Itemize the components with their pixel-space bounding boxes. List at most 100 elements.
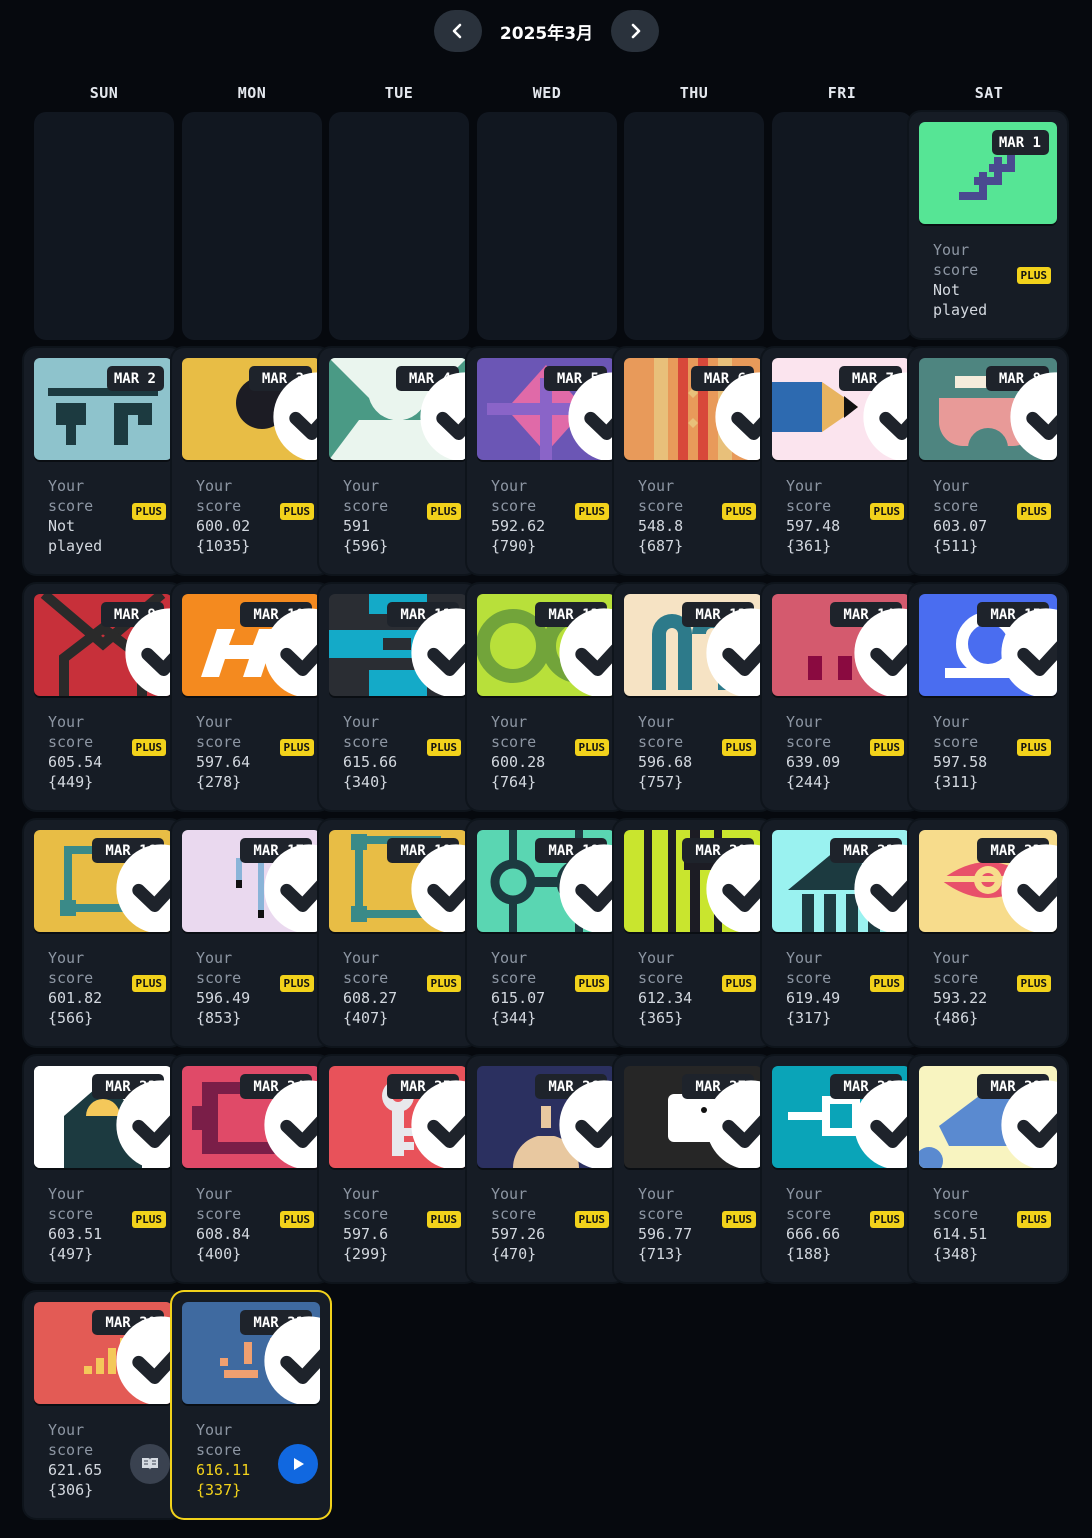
score-info: Your score 600.28 {764} [491,712,545,792]
plus-badge: PLUS [426,739,461,756]
day-cell[interactable]: MAR 15 Your score 597.58 {311} PLUS [909,584,1067,810]
day-cell[interactable]: MAR 13 Your score 596.68 {757} PLUS [614,584,772,810]
score-info: Your score 548.8 {687} [638,476,683,556]
puzzle-thumbnail[interactable]: MAR 30 [34,1302,172,1404]
puzzle-thumbnail[interactable]: MAR 18 [329,830,467,932]
score-rank: {497} [48,1245,94,1263]
puzzle-thumbnail[interactable]: MAR 2 [34,358,172,460]
puzzle-thumbnail[interactable]: MAR 12 [477,594,615,696]
day-cell[interactable]: MAR 7 Your score 597.48 {361} PLUS [762,348,920,574]
puzzle-thumbnail[interactable]: MAR 26 [477,1066,615,1168]
score-value: 600.02 [196,517,251,535]
score-label: score [933,969,979,987]
puzzle-thumbnail[interactable]: MAR 27 [624,1066,762,1168]
day-cell[interactable]: MAR 2 Your score Not played PLUS [24,348,182,574]
puzzle-thumbnail[interactable]: MAR 8 [919,358,1057,460]
puzzle-thumbnail[interactable]: MAR 7 [772,358,910,460]
puzzle-thumbnail[interactable]: MAR 1 [919,122,1057,224]
day-cell[interactable]: MAR 4 Your score 591 {596} PLUS [319,348,477,574]
weekday-tue: TUE [384,84,414,102]
score-label: score [786,733,832,751]
next-month-button[interactable] [611,10,659,52]
score-rank: {566} [48,1009,94,1027]
score-info: Your score 597.48 {361} [786,476,840,556]
puzzle-thumbnail[interactable]: MAR 25 [329,1066,467,1168]
puzzle-thumbnail[interactable]: MAR 17 [182,830,320,932]
plus-badge: PLUS [721,1211,756,1228]
day-cell[interactable]: MAR 5 Your score 592.62 {790} PLUS [467,348,625,574]
day-cell[interactable]: MAR 30 Your score 621.65 {306} [24,1292,182,1518]
score-label: score [933,1205,979,1223]
day-cell[interactable]: MAR 20 Your score 612.34 {365} PLUS [614,820,772,1046]
score-info: Your score 619.49 {317} [786,948,840,1028]
score-value: 639.09 [786,753,841,771]
day-cell[interactable]: MAR 23 Your score 603.51 {497} PLUS [24,1056,182,1282]
date-badge: MAR 21 [830,838,910,932]
date-badge: MAR 3 [248,366,320,460]
score-label: score [343,733,389,751]
day-cell[interactable]: MAR 9 Your score 605.54 {449} PLUS [24,584,182,810]
date-badge: MAR 7 [838,366,910,460]
puzzle-thumbnail[interactable]: MAR 3 [182,358,320,460]
day-cell[interactable]: MAR 10 Your score 597.64 {278} PLUS [172,584,330,810]
day-cell[interactable]: MAR 31 Your score 616.11 {337} [172,1292,330,1518]
score-label: score [343,497,389,515]
day-cell[interactable]: MAR 19 Your score 615.07 {344} PLUS [467,820,625,1046]
puzzle-thumbnail[interactable]: MAR 11 [329,594,467,696]
day-cell[interactable]: MAR 25 Your score 597.6 {299} PLUS [319,1056,477,1282]
score-value: 548.8 [638,517,684,535]
score-value: 666.66 [786,1225,841,1243]
day-cell[interactable]: MAR 28 Your score 666.66 {188} PLUS [762,1056,920,1282]
puzzle-thumbnail[interactable]: MAR 20 [624,830,762,932]
day-cell[interactable]: MAR 27 Your score 596.77 {713} PLUS [614,1056,772,1282]
day-cell[interactable]: MAR 26 Your score 597.26 {470} PLUS [467,1056,625,1282]
day-cell[interactable]: MAR 22 Your score 593.22 {486} PLUS [909,820,1067,1046]
score-label: Your [48,713,85,731]
plus-badge: PLUS [279,739,314,756]
puzzle-thumbnail[interactable]: MAR 4 [329,358,467,460]
puzzle-thumbnail[interactable]: MAR 28 [772,1066,910,1168]
day-cell[interactable]: MAR 12 Your score 600.28 {764} PLUS [467,584,625,810]
score-info: Your score 666.66 {188} [786,1184,840,1264]
puzzle-thumbnail[interactable]: MAR 15 [919,594,1057,696]
puzzle-thumbnail[interactable]: MAR 19 [477,830,615,932]
archive-button[interactable] [130,1444,170,1484]
prev-month-button[interactable] [434,10,482,52]
date-badge: MAR 19 [535,838,615,932]
empty-day-cell [34,112,174,340]
score-rank: {687} [638,537,684,555]
puzzle-thumbnail[interactable]: MAR 6 [624,358,762,460]
score-label: score [196,497,242,515]
day-cell[interactable]: MAR 3 Your score 600.02 {1035} PLUS [172,348,330,574]
puzzle-thumbnail[interactable]: MAR 29 [919,1066,1057,1168]
puzzle-thumbnail[interactable]: MAR 31 [182,1302,320,1404]
score-value: 596.49 [196,989,251,1007]
puzzle-thumbnail[interactable]: MAR 16 [34,830,172,932]
plus-badge: PLUS [574,975,609,992]
play-button[interactable] [278,1444,318,1484]
day-cell[interactable]: MAR 6 Your score 548.8 {687} PLUS [614,348,772,574]
day-cell[interactable]: MAR 16 Your score 601.82 {566} PLUS [24,820,182,1046]
day-cell[interactable]: MAR 21 Your score 619.49 {317} PLUS [762,820,920,1046]
day-cell[interactable]: MAR 1 Your score Not played PLUS [909,112,1067,338]
puzzle-thumbnail[interactable]: MAR 23 [34,1066,172,1168]
date-badge: MAR 12 [535,602,615,696]
day-cell[interactable]: MAR 24 Your score 608.84 {400} PLUS [172,1056,330,1282]
score-label: Your [48,949,85,967]
day-cell[interactable]: MAR 18 Your score 608.27 {407} PLUS [319,820,477,1046]
puzzle-thumbnail[interactable]: MAR 21 [772,830,910,932]
day-cell[interactable]: MAR 8 Your score 603.07 {511} PLUS [909,348,1067,574]
puzzle-thumbnail[interactable]: MAR 14 [772,594,910,696]
day-cell[interactable]: MAR 17 Your score 596.49 {853} PLUS [172,820,330,1046]
puzzle-thumbnail[interactable]: MAR 24 [182,1066,320,1168]
date-badge: MAR 10 [240,602,320,696]
puzzle-thumbnail[interactable]: MAR 10 [182,594,320,696]
day-cell[interactable]: MAR 29 Your score 614.51 {348} PLUS [909,1056,1067,1282]
puzzle-thumbnail[interactable]: MAR 9 [34,594,172,696]
day-cell[interactable]: MAR 11 Your score 615.66 {340} PLUS [319,584,477,810]
day-cell[interactable]: MAR 14 Your score 639.09 {244} PLUS [762,584,920,810]
puzzle-thumbnail[interactable]: MAR 13 [624,594,762,696]
score-value: 612.34 [638,989,693,1007]
puzzle-thumbnail[interactable]: MAR 22 [919,830,1057,932]
puzzle-thumbnail[interactable]: MAR 5 [477,358,615,460]
